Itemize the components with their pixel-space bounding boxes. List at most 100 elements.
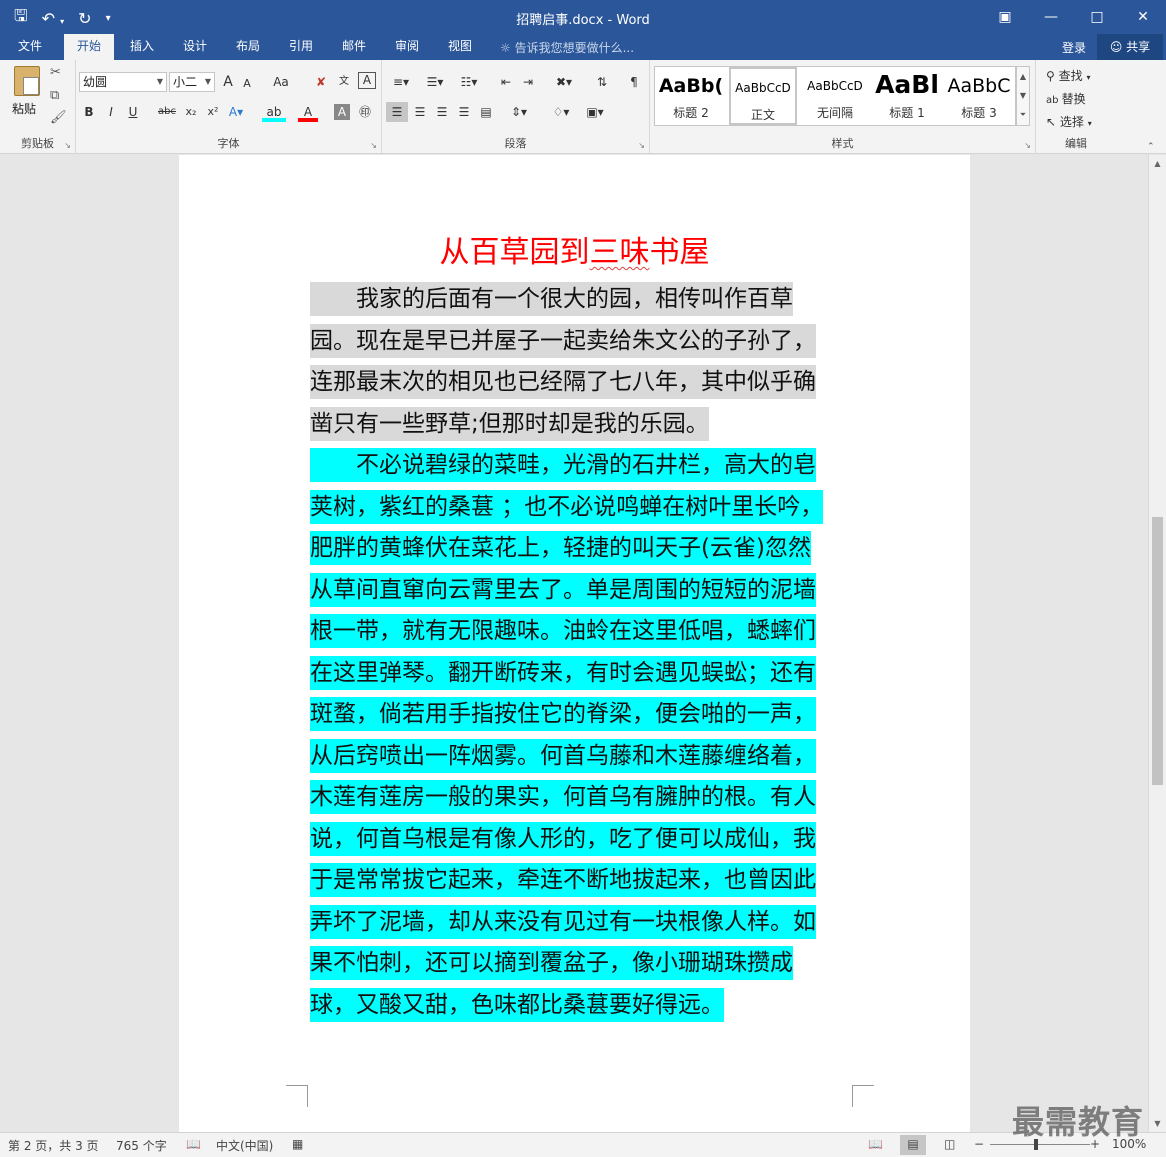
align-right-icon[interactable]: ☰ (432, 102, 452, 122)
subscript-button[interactable]: x₂ (182, 102, 200, 122)
show-marks-icon[interactable]: ¶ (626, 72, 642, 92)
multilevel-list-icon[interactable]: ☷▾ (456, 72, 482, 92)
style-heading-2[interactable]: AaBb( 标题 2 (657, 67, 725, 125)
text-line: 从后窍喷出一阵烟雾。何首乌藤和木莲藤缠络着， (310, 736, 823, 778)
copy-icon[interactable]: ⧉ (50, 88, 59, 103)
chevron-down-icon[interactable]: ▼ (1017, 86, 1029, 105)
tab-home[interactable]: 开始 (64, 34, 114, 60)
phonetic-guide-icon[interactable]: 文 (334, 72, 354, 92)
dialog-launcher-icon[interactable]: ↘ (370, 141, 377, 150)
text-line: 肥胖的黄蜂伏在菜花上，轻捷的叫天子(云雀)忽然 (310, 528, 823, 570)
tab-insert[interactable]: 插入 (120, 34, 164, 60)
font-size-combo[interactable]: 小二 ▼ (169, 72, 215, 92)
enclose-char-icon[interactable]: ㊞ (356, 102, 374, 122)
more-styles-icon[interactable]: ⏷ (1017, 105, 1029, 124)
vertical-scrollbar[interactable]: ▲ ▼ (1148, 155, 1166, 1132)
close-icon[interactable]: ✕ (1120, 0, 1166, 34)
scroll-down-icon[interactable]: ▼ (1149, 1115, 1166, 1132)
language-status[interactable]: 中文(中国) (216, 1137, 273, 1154)
align-center-icon[interactable]: ☰ (410, 102, 430, 122)
collapse-ribbon-icon[interactable]: ⌃ (1147, 142, 1155, 152)
char-shading-icon[interactable]: A (334, 104, 350, 120)
tab-references[interactable]: 引用 (279, 34, 323, 60)
style-heading-1[interactable]: AaBl 标题 1 (873, 67, 941, 125)
bold-button[interactable]: B (81, 102, 97, 122)
text-effects-icon[interactable]: A▾ (224, 102, 248, 122)
increase-indent-icon[interactable]: ⇥ (518, 72, 538, 92)
change-case-button[interactable]: Aa (268, 72, 294, 92)
shrink-font-button[interactable]: A (240, 74, 254, 94)
zoom-out-icon[interactable]: − (974, 1137, 984, 1151)
lightbulb-icon: ☼ (500, 41, 515, 55)
borders-icon[interactable]: ▣▾ (582, 102, 608, 122)
numbering-icon[interactable]: ☰▾ (422, 72, 448, 92)
font-name-combo[interactable]: 幼圆 ▼ (79, 72, 167, 92)
paragraph-1: 我家的后面有一个很大的园，相传叫作百草 园。现在是早已并屋子一起卖给朱文公的子孙… (310, 279, 816, 445)
bullets-icon[interactable]: ≡▾ (388, 72, 414, 92)
distributed-icon[interactable]: ▤ (476, 102, 496, 122)
dialog-launcher-icon[interactable]: ↘ (64, 141, 71, 150)
macro-record-icon[interactable]: ▦ (292, 1137, 303, 1151)
chevron-down-icon: ▼ (156, 77, 163, 86)
tab-view[interactable]: 视图 (438, 34, 482, 60)
superscript-button[interactable]: x² (204, 102, 222, 122)
line-spacing-icon[interactable]: ⇕▾ (506, 102, 532, 122)
text-line: 球，又酸又甜，色味都比桑葚要好得远。 (310, 985, 823, 1027)
status-bar: 第 2 页，共 3 页 765 个字 📖 中文(中国) ▦ 📖 ▤ ◫ − + … (0, 1132, 1166, 1157)
title-bar: 🖫 ↶ ▾ ↻ ▾ 招聘启事.docx - Word ▣ — □ ✕ (0, 0, 1166, 34)
font-color-icon[interactable]: A (298, 102, 318, 122)
margin-corner-mark (852, 1085, 874, 1107)
tell-me-box[interactable]: ☼ 告诉我您想要做什么... (500, 39, 634, 56)
web-layout-icon[interactable]: ◫ (944, 1137, 955, 1151)
dialog-launcher-icon[interactable]: ↘ (638, 141, 645, 150)
text-line: 园。现在是早已并屋子一起卖给朱文公的子孙了， (310, 321, 816, 363)
tab-layout[interactable]: 布局 (226, 34, 270, 60)
char-border-icon[interactable]: A (358, 72, 376, 89)
shading-icon[interactable]: ♢▾ (548, 102, 574, 122)
share-button[interactable]: ☺ 共享 (1097, 34, 1163, 60)
minimize-icon[interactable]: — (1028, 0, 1074, 34)
scroll-up-icon[interactable]: ▲ (1149, 155, 1166, 172)
replace-button[interactable]: ab 替换 (1046, 90, 1086, 107)
italic-button[interactable]: I (103, 102, 119, 122)
paste-button[interactable]: 粘贴 (12, 100, 36, 117)
login-link[interactable]: 登录 (1062, 39, 1086, 56)
decrease-indent-icon[interactable]: ⇤ (496, 72, 516, 92)
tab-review[interactable]: 审阅 (385, 34, 429, 60)
zoom-slider[interactable] (990, 1144, 1090, 1145)
margin-corner-mark (286, 1085, 308, 1107)
grow-font-button[interactable]: A (220, 72, 236, 92)
align-left-icon[interactable]: ☰ (386, 102, 408, 122)
maximize-icon[interactable]: □ (1074, 0, 1120, 34)
scroll-thumb[interactable] (1152, 517, 1163, 785)
dialog-launcher-icon[interactable]: ↘ (1024, 141, 1031, 150)
asian-layout-icon[interactable]: ✖▾ (552, 72, 576, 92)
tab-file[interactable]: 文件 (8, 34, 52, 60)
proofing-icon[interactable]: 📖 (186, 1137, 201, 1151)
strikethrough-button[interactable]: abc (156, 102, 178, 122)
chevron-down-icon: ▼ (204, 77, 211, 86)
style-no-spacing[interactable]: AaBbCcD 无间隔 (801, 67, 869, 125)
justify-icon[interactable]: ☰ (454, 102, 474, 122)
clear-format-icon[interactable]: ✘ (312, 72, 330, 92)
format-painter-icon[interactable]: 🖌 (50, 110, 67, 125)
style-normal[interactable]: AaBbCcD 正文 (729, 67, 797, 125)
sort-icon[interactable]: ⇅ (592, 72, 612, 92)
page-count[interactable]: 第 2 页，共 3 页 (8, 1137, 99, 1154)
read-mode-icon[interactable]: 📖 (868, 1137, 883, 1151)
chevron-up-icon[interactable]: ▲ (1017, 67, 1029, 86)
ribbon-display-icon[interactable]: ▣ (982, 0, 1028, 34)
document-page[interactable]: 从百草园到三味书屋 我家的后面有一个很大的园，相传叫作百草 园。现在是早已并屋子… (179, 155, 970, 1132)
tab-mailings[interactable]: 邮件 (332, 34, 376, 60)
paste-icon[interactable] (14, 66, 40, 96)
underline-button[interactable]: U (125, 102, 141, 122)
find-button[interactable]: ⚲ 查找 ▾ (1046, 67, 1090, 84)
select-button[interactable]: ↖ 选择 ▾ (1046, 113, 1092, 130)
highlight-icon[interactable]: ab (262, 102, 286, 122)
print-layout-icon[interactable]: ▤ (900, 1135, 926, 1155)
style-heading-3[interactable]: AaBbC 标题 3 (945, 67, 1013, 125)
word-count[interactable]: 765 个字 (116, 1137, 167, 1154)
text-line: 木莲有莲房一般的果实，何首乌有臃肿的根。有人 (310, 777, 823, 819)
tab-design[interactable]: 设计 (173, 34, 217, 60)
cut-icon[interactable]: ✂ (50, 65, 61, 80)
